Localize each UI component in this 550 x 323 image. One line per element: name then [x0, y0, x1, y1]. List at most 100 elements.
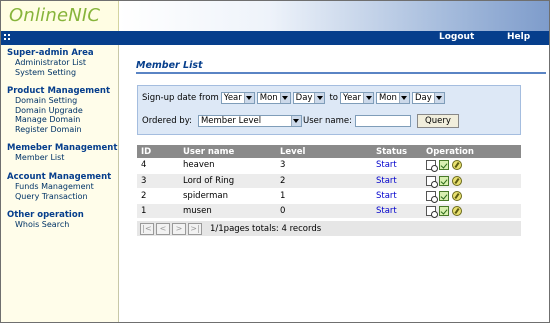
chevron-down-icon	[433, 93, 444, 103]
grip-icon[interactable]	[4, 34, 12, 42]
sidebar-item-system-setting[interactable]: System Setting	[7, 68, 94, 78]
header: OnlineNIC	[1, 1, 549, 31]
delete-icon[interactable]	[452, 160, 462, 171]
sidebar-item-domain-setting[interactable]: Domain Setting	[7, 96, 110, 106]
from-month-select[interactable]: Mon	[256, 92, 291, 104]
sidebar-item-domain-upgrade[interactable]: Domain Upgrade	[7, 106, 110, 116]
chevron-down-icon	[314, 93, 325, 103]
sidebar-item-member-list[interactable]: Member List	[7, 153, 117, 163]
chevron-down-icon	[290, 116, 301, 126]
sidebar-group-member: Memeber Management Member List	[7, 143, 117, 163]
filter-panel: Sign-up date from Year Mon Day to Year M…	[137, 85, 521, 135]
to-year-select[interactable]: Year	[340, 92, 375, 104]
status-link[interactable]: Start	[376, 160, 397, 170]
view-doc-icon[interactable]	[426, 205, 438, 218]
pagination-bar: |< < > >| 1/1pages totals: 4 records	[137, 221, 521, 236]
main-content: Member List Sign-up date from Year Mon D…	[119, 45, 549, 322]
logo-area: OnlineNIC	[1, 1, 119, 31]
sidebar-item-manage-domain[interactable]: Manage Domain	[7, 115, 110, 125]
view-doc-icon[interactable]	[426, 190, 438, 203]
sidebar-item-administrator-list[interactable]: Administrator List	[7, 58, 94, 68]
date-filter-row: Sign-up date from Year Mon Day to Year M…	[142, 91, 445, 105]
ordered-by-select[interactable]: Member Level	[197, 115, 302, 127]
cell-username: Lord of Ring	[167, 173, 264, 189]
help-link[interactable]: Help	[507, 32, 530, 42]
status-link[interactable]: Start	[376, 176, 397, 186]
sidebar-group-super-admin: Super-admin Area Administrator List Syst…	[7, 48, 94, 77]
table-row: 2 spiderman 1 Start	[137, 188, 521, 204]
pagination-info: 1/1pages totals: 4 records	[210, 223, 322, 234]
username-label: User name:	[302, 116, 353, 126]
delete-icon[interactable]	[452, 205, 462, 216]
from-day-select[interactable]: Day	[292, 92, 326, 104]
signup-date-label: Sign-up date from	[142, 93, 219, 103]
view-doc-icon[interactable]	[426, 175, 438, 188]
delete-icon[interactable]	[452, 175, 462, 186]
ordered-by-label: Ordered by:	[142, 116, 192, 126]
check-icon[interactable]	[439, 175, 449, 186]
to-day-select[interactable]: Day	[411, 92, 445, 104]
column-header-operation: Operation	[410, 145, 521, 158]
delete-icon[interactable]	[452, 190, 462, 201]
chevron-down-icon	[398, 93, 409, 103]
status-link[interactable]: Start	[376, 206, 397, 216]
check-icon[interactable]	[439, 160, 449, 171]
chevron-down-icon	[279, 93, 290, 103]
to-month-select[interactable]: Mon	[376, 92, 410, 104]
table-row: 4 heaven 3 Start	[137, 158, 521, 174]
page-title: Member List	[136, 60, 203, 71]
header-banner	[119, 1, 549, 31]
sidebar-heading: Super-admin Area	[7, 48, 94, 58]
app-window: OnlineNIC Logout Help Super-admin Area A…	[0, 0, 550, 323]
from-year-select[interactable]: Year	[220, 92, 255, 104]
check-icon[interactable]	[439, 205, 449, 216]
table-row: 3 Lord of Ring 2 Start	[137, 173, 521, 189]
sidebar-item-query-transaction[interactable]: Query Transaction	[7, 192, 111, 202]
username-input[interactable]	[355, 115, 412, 127]
status-link[interactable]: Start	[376, 191, 397, 201]
sidebar-group-product: Product Management Domain Setting Domain…	[7, 86, 110, 134]
last-page-button[interactable]: >|	[188, 222, 202, 235]
sidebar-group-other: Other operation Whois Search	[7, 210, 84, 230]
cell-username: musen	[167, 203, 264, 219]
sidebar-group-account: Account Management Funds Management Quer…	[7, 172, 111, 201]
cell-level: 0	[264, 203, 360, 219]
table-row: 1 musen 0 Start	[137, 203, 521, 219]
member-table: ID User name Level Status Operation 4 he…	[137, 145, 521, 219]
to-label: to	[329, 93, 339, 103]
cell-id: 1	[137, 203, 167, 219]
next-page-button[interactable]: >	[172, 222, 186, 235]
logout-link[interactable]: Logout	[439, 32, 474, 42]
cell-id: 2	[137, 188, 167, 204]
prev-page-button[interactable]: <	[156, 222, 170, 235]
cell-level: 3	[264, 158, 360, 174]
cell-username: heaven	[167, 158, 264, 174]
sidebar-heading: Account Management	[7, 172, 112, 182]
table-header-row: ID User name Level Status Operation	[137, 145, 521, 158]
top-nav-bar: Logout Help	[1, 31, 549, 45]
sidebar: Super-admin Area Administrator List Syst…	[1, 45, 119, 322]
check-icon[interactable]	[439, 190, 449, 201]
order-filter-row: Ordered by: Member Level User name: Quer…	[142, 114, 459, 128]
logo: OnlineNIC	[9, 5, 101, 26]
cell-id: 4	[137, 158, 167, 174]
sidebar-item-funds-management[interactable]: Funds Management	[7, 182, 111, 192]
chevron-down-icon	[363, 93, 374, 103]
sidebar-item-register-domain[interactable]: Register Domain	[7, 125, 110, 135]
sidebar-heading: Product Management	[7, 86, 111, 96]
chevron-down-icon	[243, 93, 254, 103]
view-doc-icon[interactable]	[426, 160, 438, 173]
column-header-username: User name	[167, 145, 264, 158]
title-divider	[136, 72, 546, 74]
sidebar-heading: Memeber Management	[7, 143, 118, 153]
cell-level: 1	[264, 188, 360, 204]
column-header-level: Level	[264, 145, 360, 158]
cell-id: 3	[137, 173, 167, 189]
cell-level: 2	[264, 173, 360, 189]
sidebar-item-whois-search[interactable]: Whois Search	[7, 220, 84, 230]
first-page-button[interactable]: |<	[140, 222, 154, 235]
column-header-status: Status	[360, 145, 410, 158]
sidebar-heading: Other operation	[7, 210, 84, 220]
column-header-id: ID	[137, 145, 167, 158]
query-button[interactable]: Query	[417, 114, 459, 128]
